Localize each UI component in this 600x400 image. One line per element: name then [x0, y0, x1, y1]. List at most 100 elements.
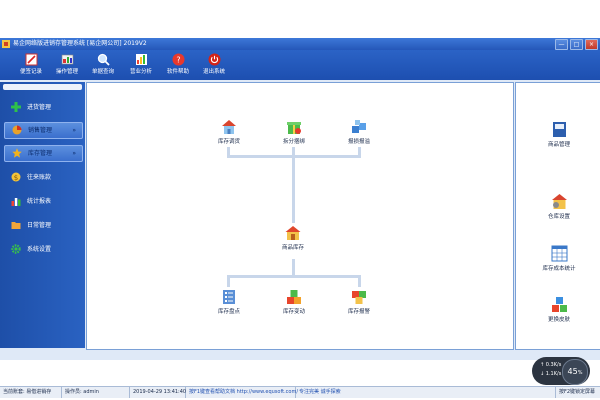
close-button[interactable]: ×	[585, 39, 598, 50]
chevron-right-icon: »	[72, 150, 76, 157]
gear-icon	[11, 244, 21, 254]
window-title: 易企网络版进销存管理系统 [易企网公司] 2019V2	[13, 40, 147, 47]
sidebar-item-label: 销售管理	[28, 127, 53, 134]
alarm-boxes-icon	[352, 291, 366, 304]
help-icon: ?	[172, 53, 185, 66]
gift-box-icon	[287, 122, 301, 134]
search-icon	[97, 53, 110, 66]
connector	[227, 275, 230, 287]
sidebar-item-sales[interactable]: 销售管理 »	[4, 122, 83, 139]
shortcut-product-management[interactable]: 商品管理	[534, 121, 584, 155]
sidebar-item-inventory[interactable]: 库存管理 »	[4, 145, 83, 162]
house-transfer-icon	[222, 120, 236, 134]
connector-vertical-top	[292, 157, 295, 223]
sidebar-item-label: 日常管理	[27, 222, 52, 229]
app-logo-icon	[2, 40, 10, 48]
shortcut-label: 库存成本统计	[542, 266, 576, 272]
download-speed: ↓ 1.1K/s	[540, 371, 562, 377]
usage-percent-dial: 45%	[562, 359, 588, 385]
chart-icon	[136, 54, 147, 65]
sidebar-item-accounts[interactable]: $ 往来账款	[4, 170, 81, 185]
percent-sign: %	[577, 370, 583, 376]
status-slogan: 专注完美 诚手探索	[296, 387, 556, 398]
flow-node-label: 库存盘点	[217, 309, 240, 315]
main-toolbar: 便签记录 操作管理 单据查询 营业分析 ? 软件帮助 退出系统	[0, 50, 600, 80]
connector-bottom	[227, 275, 361, 278]
sidebar-item-label: 库存管理	[28, 150, 53, 157]
status-account-set: 当前账套: 易借进销存	[0, 387, 62, 398]
app-window: 易企网络版进销存管理系统 [易企网公司] 2019V2 — □ × 便签记录 操…	[0, 38, 600, 398]
sidebar-item-reports[interactable]: 统计报表	[4, 194, 81, 209]
book-icon	[553, 122, 566, 137]
shortcut-warehouse-settings[interactable]: 仓库设置	[534, 193, 584, 227]
flow-node-label: 库存变动	[282, 309, 305, 315]
minimize-button[interactable]: —	[555, 39, 568, 50]
toolbar-label: 退出系统	[202, 69, 225, 75]
flow-node-label: 库存报警	[347, 309, 370, 315]
sidebar-item-daily[interactable]: 日常管理	[4, 218, 81, 233]
skin-cubes-icon	[552, 297, 567, 312]
toolbar-label: 营业分析	[129, 69, 152, 75]
flow-node-split-bundle[interactable]: 拆分捆绑	[274, 119, 314, 153]
sidebar-header-strip	[3, 84, 82, 90]
warehouse-icon	[285, 226, 301, 240]
sidebar-item-label: 系统设置	[27, 246, 52, 253]
status-bar: 当前账套: 易借进销存 操作员: admin 2019-04-29 13:41:…	[0, 386, 600, 398]
flow-node-label: 商品库存	[281, 245, 304, 251]
plus-icon	[11, 102, 21, 112]
flow-node-stock-check[interactable]: 库存盘点	[209, 289, 249, 323]
flow-node-label: 报损报溢	[347, 139, 370, 145]
right-shortcut-panel: 商品管理 仓库设置 库存成本统计 更换皮肤	[515, 82, 600, 350]
sidebar-item-label: 统计报表	[27, 198, 52, 205]
flow-node-stock-change[interactable]: 库存变动	[274, 289, 314, 323]
sidebar-item-label: 往来账款	[27, 174, 52, 181]
sidebar-item-purchase[interactable]: 进货管理	[4, 100, 81, 115]
toolbar-notes-button[interactable]: 便签记录	[14, 52, 48, 79]
toolbar-exit-button[interactable]: 退出系统	[197, 52, 231, 79]
checklist-icon	[223, 290, 235, 304]
connector	[358, 275, 361, 287]
status-help-link[interactable]: 按F1键查看帮助文档 http://www.equsoft.com/	[186, 387, 298, 398]
toolbar-operations-button[interactable]: 操作管理	[50, 52, 84, 79]
chevron-right-icon: »	[72, 127, 76, 134]
operation-icon	[61, 54, 74, 65]
money-icon: $	[11, 172, 21, 182]
flow-node-label: 拆分捆绑	[282, 139, 305, 145]
svg-text:$: $	[14, 174, 18, 182]
shortcut-label: 仓库设置	[547, 214, 570, 220]
sidebar-item-settings[interactable]: 系统设置	[4, 242, 81, 257]
flow-node-loss-overflow[interactable]: 报损报溢	[339, 119, 379, 153]
title-bar: 易企网络版进销存管理系统 [易企网公司] 2019V2 — □ ×	[0, 38, 600, 50]
sidebar: 进货管理 销售管理 » 库存管理 » $ 往来账款 统计报表 日常管理 系统设置	[0, 82, 85, 348]
svg-text:?: ?	[176, 56, 180, 65]
warehouse-settings-icon	[552, 194, 567, 209]
toolbar-doc-query-button[interactable]: 单据查询	[86, 52, 120, 79]
toolbar-analysis-button[interactable]: 营业分析	[124, 52, 158, 79]
power-icon	[208, 53, 221, 66]
status-operator: 操作员: admin	[62, 387, 130, 398]
bars-icon	[11, 198, 21, 206]
network-speed-widget[interactable]: ↑ 0.3K/s ↓ 1.1K/s 45%	[532, 357, 590, 385]
status-lock-hint: 按F2键锁定屏幕	[559, 389, 596, 395]
boxes-icon	[287, 290, 301, 304]
flow-node-stock-alarm[interactable]: 库存报警	[339, 289, 379, 323]
shortcut-label: 更换皮肤	[547, 317, 570, 323]
flow-node-stock-transfer[interactable]: 库存调货	[209, 119, 249, 153]
cubes-icon	[352, 120, 366, 133]
toolbar-help-button[interactable]: ? 软件帮助	[161, 52, 195, 79]
spreadsheet-icon	[551, 245, 568, 262]
inventory-flow-panel: 库存调货 拆分捆绑 报损报溢 商品库存 库存盘点 库存变动 库存报警	[86, 82, 514, 350]
flow-node-product-stock[interactable]: 商品库存	[273, 225, 313, 259]
folder-icon	[11, 222, 21, 229]
pie-icon	[12, 125, 22, 135]
shortcut-change-skin[interactable]: 更换皮肤	[534, 296, 584, 330]
sidebar-item-label: 进货管理	[27, 104, 52, 111]
download-speed-value: 1.1K/s	[545, 371, 562, 377]
shortcut-label: 商品管理	[547, 142, 570, 148]
upload-speed: ↑ 0.3K/s	[540, 362, 562, 368]
upload-speed-value: 0.3K/s	[545, 362, 562, 368]
shortcut-stock-cost-stats[interactable]: 库存成本统计	[534, 245, 584, 279]
star-icon	[12, 148, 22, 158]
status-datetime: 2019-04-29 13:41:40	[130, 387, 186, 398]
maximize-button[interactable]: □	[570, 39, 583, 50]
